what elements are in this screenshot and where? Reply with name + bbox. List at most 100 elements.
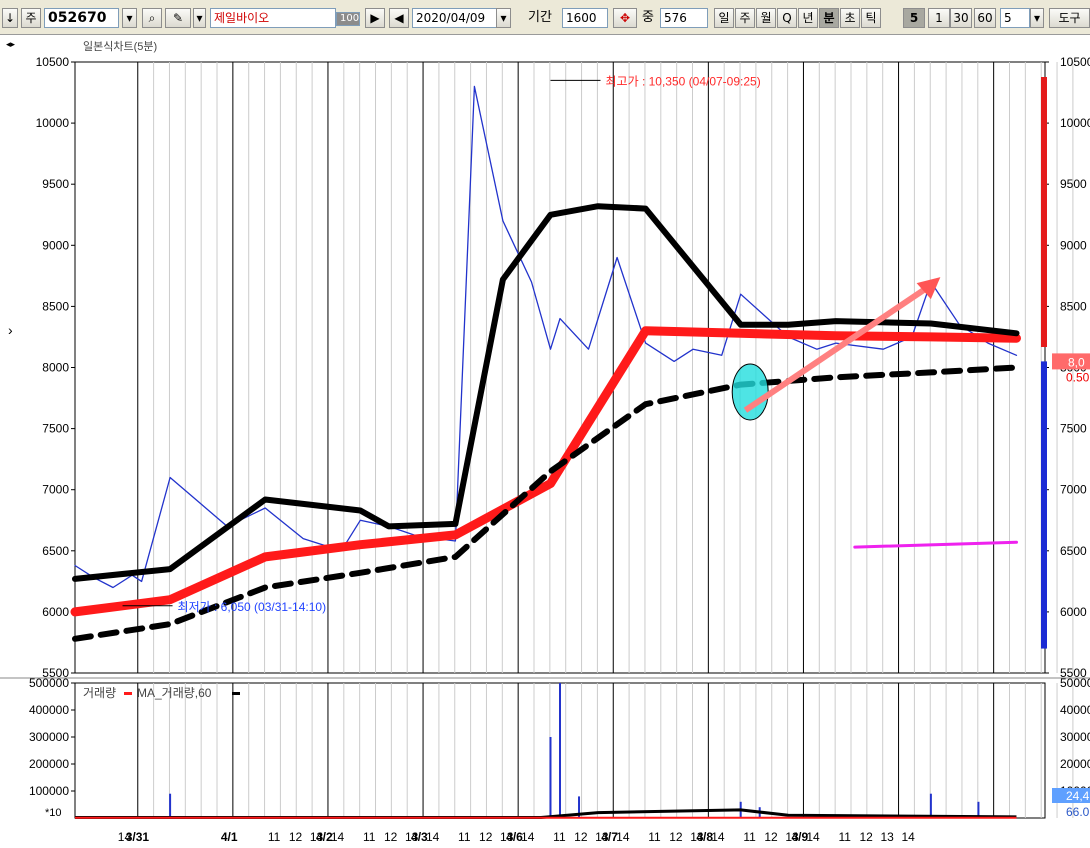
volume-legend-label: 거래량 xyxy=(83,686,116,700)
x-tick-label: 14 xyxy=(331,830,345,844)
price-tick-left: 8000 xyxy=(42,361,69,375)
x-tick-label: 12 xyxy=(289,830,303,844)
crosshair-icon[interactable]: ✥ xyxy=(613,8,637,28)
x-tick-label: 11 xyxy=(838,830,851,844)
expand-sidebar-icon: › xyxy=(8,322,13,338)
percent-label: 0.50 xyxy=(1066,370,1090,384)
volume-badge-text: 24,4 xyxy=(1066,789,1090,803)
next-button[interactable]: ▶ xyxy=(365,8,385,28)
volume-tick-left: 500000 xyxy=(29,676,69,690)
minute-button-60[interactable]: 60 xyxy=(974,8,996,28)
x-tick-label: 12 xyxy=(574,830,588,844)
x-tick-label: 14 xyxy=(616,830,630,844)
highlight-ellipse xyxy=(731,363,769,421)
price-tick-right: 8500 xyxy=(1060,299,1087,313)
x-tick-label: 12 xyxy=(764,830,778,844)
chart-title: 일본식차트(5분) xyxy=(83,39,157,53)
volume-tick-left: 200000 xyxy=(29,757,69,771)
jung-field[interactable]: 576 xyxy=(660,8,708,28)
type-selector[interactable]: 주 xyxy=(21,8,41,28)
price-tick-right: 7000 xyxy=(1060,483,1087,497)
x-tick-label: 12 xyxy=(384,830,398,844)
price-tick-left: 10500 xyxy=(36,55,70,69)
volume-tick-left: 400000 xyxy=(29,703,69,717)
upper-price-bar xyxy=(1041,77,1047,347)
edit-icon[interactable]: ✎ xyxy=(165,8,191,28)
tools-button[interactable]: 도구 xyxy=(1049,8,1090,28)
count-badge: 100 xyxy=(336,12,360,26)
x-tick-label: 4/9 xyxy=(791,830,808,844)
minute-select[interactable]: 5 xyxy=(1000,8,1030,28)
x-tick-label: 14 xyxy=(711,830,725,844)
volume-tick-right: 500000 xyxy=(1060,676,1090,690)
interval-button-7[interactable]: 틱 xyxy=(861,8,881,28)
x-tick-label: 14 xyxy=(901,830,915,844)
x-tick-label: 11 xyxy=(458,830,471,844)
prev-button[interactable]: ◀ xyxy=(389,8,409,28)
minute-button-1[interactable]: 1 xyxy=(928,8,950,28)
price-tick-right: 9500 xyxy=(1060,177,1087,191)
volume-tick-right: 200000 xyxy=(1060,757,1090,771)
date-field[interactable]: 2020/04/09 xyxy=(412,8,498,28)
price-tick-right: 10500 xyxy=(1060,55,1090,69)
stock-name-field: 제일바이오 xyxy=(210,8,336,28)
volume-tick-right: 300000 xyxy=(1060,730,1090,744)
interval-button-2[interactable]: 월 xyxy=(756,8,776,28)
jung-label: 중 xyxy=(642,10,654,25)
price-tick-left: 10000 xyxy=(36,116,70,130)
x-tick-label: 11 xyxy=(363,830,376,844)
x-tick-label: 11 xyxy=(268,830,281,844)
interval-button-1[interactable]: 주 xyxy=(735,8,755,28)
minute-button-30[interactable]: 30 xyxy=(950,8,972,28)
lower-price-bar xyxy=(1041,361,1047,649)
price-tick-left: 7500 xyxy=(42,422,69,436)
x-tick-label: 14 xyxy=(806,830,820,844)
price-tick-right: 6000 xyxy=(1060,605,1087,619)
legend-red-swatch xyxy=(124,692,132,695)
x-tick-label: 4/1 xyxy=(221,830,238,844)
minute-dropdown-button[interactable]: ▾ xyxy=(1030,8,1044,28)
interval-button-5[interactable]: 분 xyxy=(819,8,839,28)
price-tick-left: 9000 xyxy=(42,238,69,252)
x-tick-label: 4/3 xyxy=(411,830,428,844)
price-tick-left: 6000 xyxy=(42,605,69,619)
x-tick-label: 12 xyxy=(479,830,493,844)
x-tick-label: 12 xyxy=(859,830,873,844)
x-tick-label: 14 xyxy=(118,830,132,844)
x-tick-label: 4/6 xyxy=(506,830,523,844)
collapse-arrows-icon: ◂▸ xyxy=(6,39,16,49)
interval-button-3[interactable]: Q xyxy=(777,8,797,28)
price-tick-right: 6500 xyxy=(1060,544,1087,558)
low-price-annotation: 최저가 : 6,050 (03/31-14:10) xyxy=(178,600,327,614)
stock-code-field[interactable]: 052670 xyxy=(44,8,119,28)
price-tick-right: 9000 xyxy=(1060,238,1087,252)
price-tick-right: 7500 xyxy=(1060,422,1087,436)
x-tick-label: 11 xyxy=(553,830,566,844)
period-field[interactable]: 1600 xyxy=(562,8,608,28)
code-dropdown-button[interactable]: ▾ xyxy=(122,8,137,28)
down-arrow-button[interactable]: ↓ xyxy=(2,8,18,28)
period-label: 기간 xyxy=(528,10,552,25)
edit-dropdown-button[interactable]: ▾ xyxy=(193,8,206,28)
legend-black-swatch xyxy=(232,692,240,695)
price-tick-left: 6500 xyxy=(42,544,69,558)
price-tick-left: 9500 xyxy=(42,177,69,191)
x-tick-label: 13 xyxy=(880,830,894,844)
interval-button-4[interactable]: 년 xyxy=(798,8,818,28)
current-price-label: 8,0 xyxy=(1068,355,1085,369)
price-tick-left: 8500 xyxy=(42,299,69,313)
x-tick-label: 14 xyxy=(426,830,440,844)
date-dropdown-button[interactable]: ▾ xyxy=(496,8,511,28)
interval-button-6[interactable]: 초 xyxy=(840,8,860,28)
minute-button-5[interactable]: 5 xyxy=(903,8,925,28)
interval-button-0[interactable]: 일 xyxy=(714,8,734,28)
volume-ma-legend-label: MA_거래량,60 xyxy=(137,686,212,700)
price-tick-left: 7000 xyxy=(42,483,69,497)
volume-multiplier: *10 xyxy=(45,807,62,819)
volume-tick-left: 300000 xyxy=(29,730,69,744)
x-tick-label: 11 xyxy=(648,830,661,844)
stock-chart[interactable]: 일본식차트(5분)◂▸›5500 55006000 60006500 65007000… xyxy=(0,35,1090,848)
search-icon[interactable]: ⌕ xyxy=(142,8,162,28)
x-tick-label: 4/7 xyxy=(601,830,618,844)
volume-tick-left: 100000 xyxy=(29,784,69,798)
